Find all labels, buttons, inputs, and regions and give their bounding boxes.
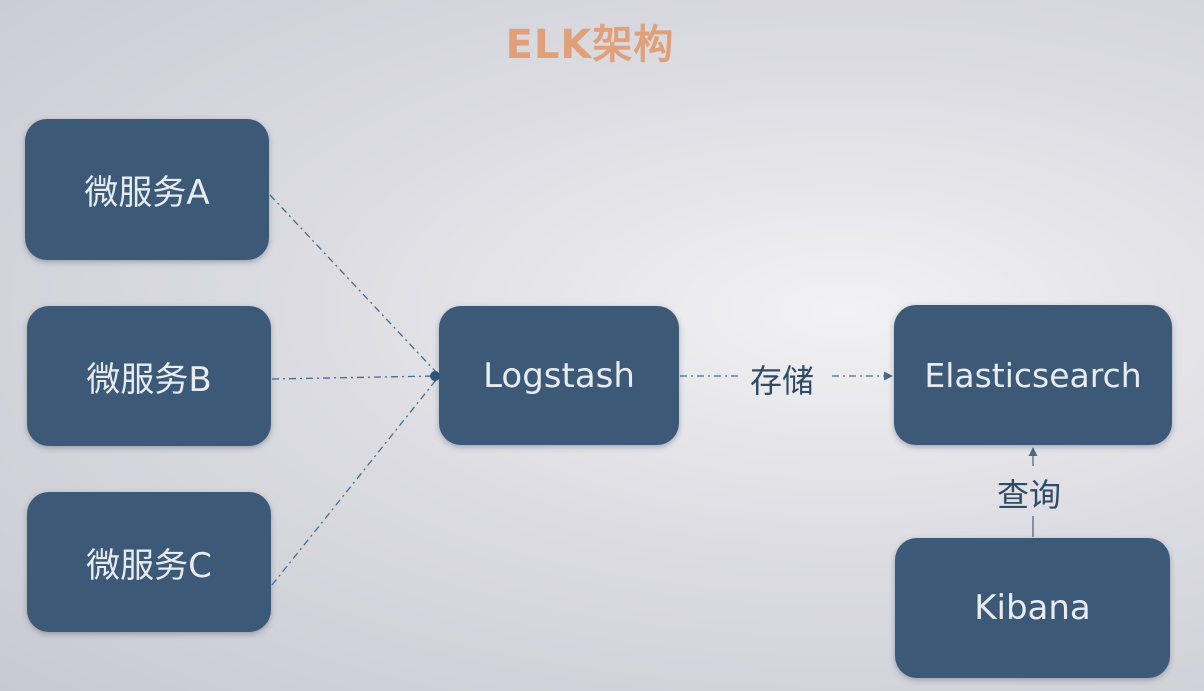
node-service-a: 微服务A — [25, 119, 269, 260]
edge-service-a-to-logstash — [269, 194, 437, 373]
edge-label-store: 存储 — [750, 362, 815, 400]
node-elasticsearch: Elasticsearch — [894, 305, 1172, 445]
edge-label-query: 查询 — [997, 476, 1062, 514]
node-kibana: Kibana — [895, 538, 1170, 678]
node-service-c: 微服务C — [27, 492, 271, 632]
edge-service-b-to-logstash — [271, 375, 437, 380]
node-logstash: Logstash — [439, 306, 679, 445]
node-service-b: 微服务B — [27, 306, 271, 446]
edge-service-c-to-logstash — [271, 379, 437, 586]
